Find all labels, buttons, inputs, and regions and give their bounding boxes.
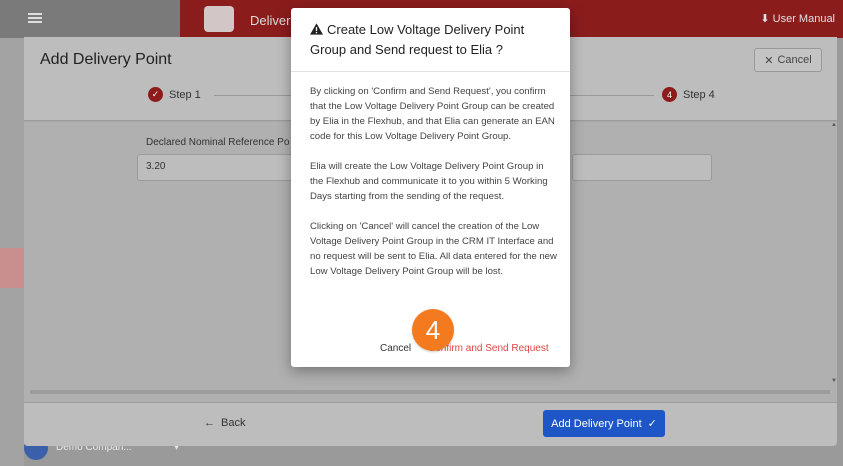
arrow-left-icon: ← [204,417,215,429]
step-1: ✓ Step 1 [148,87,201,102]
download-icon: ⬇ [760,13,770,25]
add-delivery-point-button[interactable]: Add Delivery Point ✓ [543,410,665,437]
scroll-up-icon[interactable]: ▲ [831,122,837,128]
dialog-body: By clicking on 'Confirm and Send Request… [310,84,558,279]
dialog-paragraph: Elia will create the Low Voltage Deliver… [310,161,548,202]
step-4: 4 Step 4 [662,87,715,102]
back-button[interactable]: ← Back [204,417,245,429]
panel-cancel-button[interactable]: ✕ Cancel [754,48,822,72]
secondary-input[interactable] [572,154,712,181]
dialog-header: Create Low Voltage Delivery Point Group … [291,8,570,72]
check-icon: ✓ [148,87,163,102]
check-icon: ✓ [647,418,657,430]
hamburger-menu-icon[interactable] [28,13,42,23]
step-number-badge: 4 [662,87,677,102]
brand-logo [204,6,234,32]
close-icon: ✕ [764,54,774,67]
app-title: Deliver [250,13,291,28]
field-label: Declared Nominal Reference Po [146,137,290,148]
warning-icon [310,23,323,35]
panel-footer: ← Back Add Delivery Point ✓ [24,402,837,446]
sidebar [0,38,24,466]
panel-title: Add Delivery Point [40,51,172,68]
scroll-down-icon[interactable]: ▼ [831,378,837,384]
sidebar-active-item[interactable] [0,248,24,288]
dialog-paragraph: Clicking on 'Cancel' will cancel the cre… [310,221,557,277]
horizontal-scrollbar[interactable] [30,390,830,394]
user-manual-link[interactable]: ⬇ User Manual [760,12,835,25]
dialog-title: Create Low Voltage Delivery Point Group … [310,22,525,57]
dialog-cancel-button[interactable]: Cancel [380,343,411,354]
step-annotation-badge: 4 [412,309,454,351]
dialog-paragraph: By clicking on 'Confirm and Send Request… [310,86,555,142]
nominal-reference-input[interactable]: 3.20 [137,154,317,181]
